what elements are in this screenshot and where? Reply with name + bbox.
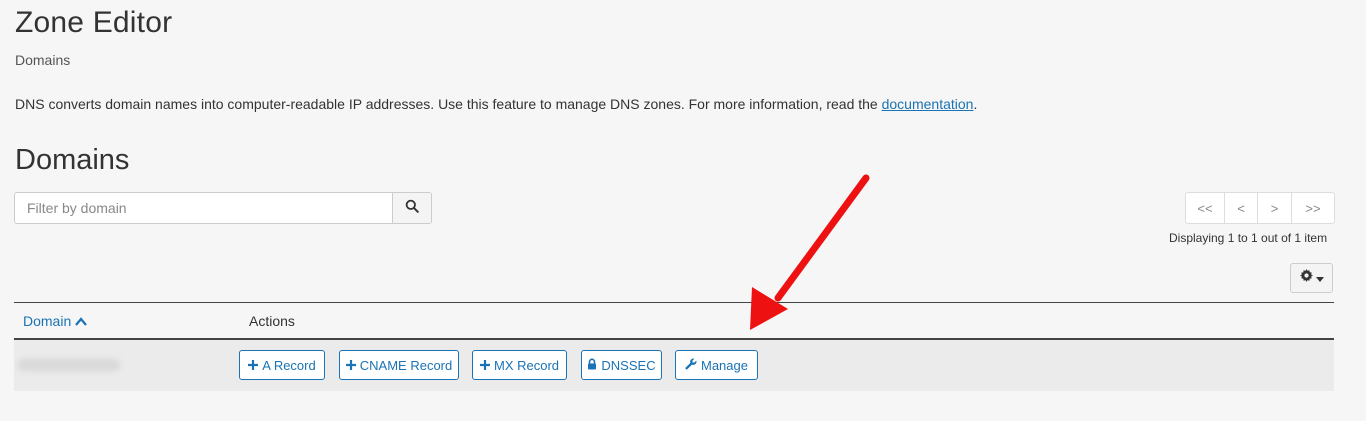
last-page-button[interactable]: >>: [1292, 193, 1334, 223]
settings-button[interactable]: [1290, 263, 1333, 293]
plus-icon: [248, 358, 259, 373]
manage-label: Manage: [701, 357, 748, 373]
add-a-record-button[interactable]: A Record: [239, 350, 325, 380]
mx-record-label: MX Record: [493, 357, 560, 373]
redacted-domain: [18, 359, 120, 371]
first-page-button[interactable]: <<: [1186, 193, 1225, 223]
sort-ascending-icon: [75, 313, 88, 329]
prev-page-button[interactable]: <: [1225, 193, 1258, 223]
table-row: A Record CNAME Record MX Record DNSSEC M…: [14, 340, 1334, 391]
search-icon: [405, 199, 419, 218]
intro-body: DNS converts domain names into computer-…: [15, 96, 882, 112]
plus-icon: [479, 358, 490, 373]
a-record-label: A Record: [262, 357, 316, 373]
pagination: << < > >>: [1185, 192, 1335, 224]
add-mx-record-button[interactable]: MX Record: [472, 350, 567, 380]
pagination-status: Displaying 1 to 1 out of 1 item: [1169, 231, 1328, 245]
table-header: Domain Actions: [14, 302, 1334, 340]
domains-table: Domain Actions A Record CNAME Record MX …: [14, 302, 1334, 391]
lock-icon: [587, 358, 597, 373]
search-group: [14, 192, 432, 224]
wrench-icon: [685, 358, 697, 373]
column-header-domain[interactable]: Domain: [23, 312, 88, 329]
search-button[interactable]: [392, 193, 431, 223]
dnssec-button[interactable]: DNSSEC: [581, 350, 662, 380]
manage-button[interactable]: Manage: [675, 350, 758, 380]
intro-text: DNS converts domain names into computer-…: [15, 96, 977, 112]
add-cname-record-button[interactable]: CNAME Record: [339, 350, 459, 380]
caret-down-icon: [1315, 269, 1324, 287]
breadcrumb: Domains: [15, 52, 71, 68]
section-title: Domains: [15, 144, 130, 176]
cname-record-label: CNAME Record: [359, 357, 453, 373]
plus-icon: [345, 358, 356, 373]
dnssec-label: DNSSEC: [601, 357, 656, 373]
filter-domain-input[interactable]: [15, 193, 392, 223]
column-header-actions: Actions: [249, 312, 295, 329]
next-page-button[interactable]: >: [1258, 193, 1292, 223]
documentation-link[interactable]: documentation: [882, 96, 974, 112]
page-title: Zone Editor: [15, 6, 173, 39]
column-header-domain-label: Domain: [23, 312, 72, 329]
intro-suffix: .: [973, 96, 978, 112]
gear-icon: [1299, 269, 1313, 287]
